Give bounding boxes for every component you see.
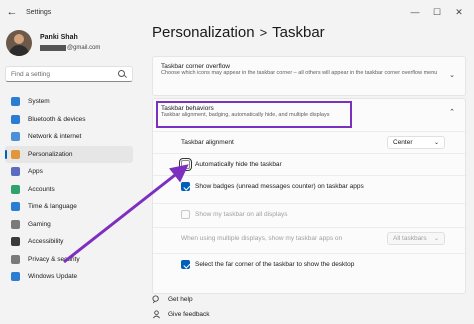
title-bar: ← Settings — ☐ ✕ <box>0 0 474 24</box>
sidebar-item-network-internet[interactable]: Network & internet <box>5 128 133 146</box>
back-button[interactable]: ← <box>0 0 24 24</box>
sidebar-nav: System Bluetooth & devices Network & inter… <box>5 93 133 286</box>
avatar <box>6 30 32 56</box>
back-arrow-icon: ← <box>6 6 18 18</box>
sidebar-item-label: Apps <box>28 168 43 176</box>
chevron-down-icon: ⌄ <box>433 236 439 242</box>
get-help-label[interactable]: Get help <box>168 296 193 303</box>
feedback-icon <box>153 310 160 319</box>
taskbar-behaviors-header[interactable]: Taskbar behaviors Taskbar alignment, bad… <box>153 99 465 131</box>
sidebar-item-label: System <box>28 98 50 106</box>
chevron-down-icon[interactable]: ⌄ <box>449 71 455 79</box>
sidebar-item-label: Accounts <box>28 185 55 193</box>
sidebar-item-bluetooth-devices[interactable]: Bluetooth & devices <box>5 111 133 129</box>
search-icon[interactable] <box>118 69 127 79</box>
search-input[interactable] <box>11 70 118 78</box>
help-links: Get help Give feedback <box>152 292 210 322</box>
badges-label[interactable]: Show badges (unread messages counter) on… <box>195 183 364 190</box>
overflow-title: Taskbar corner overflow <box>161 63 230 70</box>
sidebar-item-label: Windows Update <box>28 273 78 281</box>
chevron-up-icon[interactable]: ⌃ <box>449 108 455 116</box>
settings-search[interactable] <box>5 66 133 82</box>
sidebar-item-privacy-security[interactable]: Privacy & security <box>5 251 133 269</box>
sidebar-item-time-language[interactable]: Time & language <box>5 198 133 216</box>
sidebar-item-label: Bluetooth & devices <box>28 115 86 123</box>
badges-row[interactable]: Show badges (unread messages counter) on… <box>153 175 467 197</box>
maximize-button[interactable]: ☐ <box>426 7 448 18</box>
multi-display-value: All taskbars <box>393 235 427 242</box>
sidebar-item-label: Time & language <box>28 203 77 211</box>
close-button[interactable]: ✕ <box>448 7 470 18</box>
all-displays-checkbox <box>181 210 190 219</box>
app-title: Settings <box>26 8 52 16</box>
sidebar-item-label: Personalization <box>28 150 73 158</box>
sidebar-item-accounts[interactable]: Accounts <box>5 181 133 199</box>
minimize-button[interactable]: — <box>404 7 426 17</box>
email-redaction <box>40 45 66 51</box>
sidebar-item-accessibility[interactable]: Accessibility <box>5 233 133 251</box>
sidebar-item-personalization[interactable]: Personalization <box>5 145 133 163</box>
user-profile[interactable]: Panki Shah @gmail.com <box>6 30 100 56</box>
multi-display-label: When using multiple displays, show my ta… <box>181 235 343 242</box>
shield-icon <box>11 254 20 264</box>
sidebar-item-windows-update[interactable]: Windows Update <box>5 268 133 286</box>
overflow-subtitle: Choose which icons may appear in the tas… <box>161 70 438 76</box>
get-help-link[interactable]: Get help <box>152 292 210 307</box>
page-title: Taskbar <box>272 24 325 41</box>
help-icon <box>152 295 159 304</box>
sidebar-item-gaming[interactable]: Gaming <box>5 216 133 234</box>
globe-icon <box>11 202 20 212</box>
far-corner-label[interactable]: Select the far corner of the taskbar to … <box>195 261 354 268</box>
sidebar-item-label: Network & internet <box>28 133 82 141</box>
system-icon <box>11 97 20 107</box>
auto-hide-row[interactable]: Automatically hide the taskbar <box>153 153 467 175</box>
far-corner-row[interactable]: Select the far corner of the taskbar to … <box>153 253 467 275</box>
multi-display-dropdown: All taskbars ⌄ <box>387 232 445 245</box>
multi-display-row: When using multiple displays, show my ta… <box>153 227 467 249</box>
taskbar-alignment-row: Taskbar alignment Center ⌄ <box>153 131 467 153</box>
auto-hide-label[interactable]: Automatically hide the taskbar <box>195 161 282 168</box>
alignment-value: Center <box>393 139 413 146</box>
network-icon <box>11 132 20 142</box>
badges-checkbox[interactable] <box>181 182 190 191</box>
accessibility-icon <box>11 237 20 247</box>
window-controls: — ☐ ✕ <box>404 0 470 24</box>
sidebar-item-label: Gaming <box>28 220 51 228</box>
give-feedback-link[interactable]: Give feedback <box>152 307 210 322</box>
apps-icon <box>11 167 20 177</box>
accounts-icon <box>11 184 20 194</box>
all-displays-label: Show my taskbar on all displays <box>195 211 288 218</box>
taskbar-corner-overflow-section[interactable]: Taskbar corner overflow Choose which ico… <box>152 56 466 96</box>
gaming-icon <box>11 219 20 229</box>
alignment-label: Taskbar alignment <box>181 139 234 146</box>
breadcrumb-separator: > <box>259 25 268 40</box>
highlight-box <box>156 101 352 128</box>
profile-name: Panki Shah <box>40 34 78 41</box>
auto-hide-checkbox[interactable] <box>179 158 192 171</box>
taskbar-behaviors-section: Taskbar behaviors Taskbar alignment, bad… <box>152 98 467 294</box>
far-corner-checkbox[interactable] <box>181 260 190 269</box>
sidebar-item-label: Privacy & security <box>28 255 80 263</box>
bluetooth-icon <box>11 114 20 124</box>
breadcrumb: Personalization > Taskbar <box>152 24 325 41</box>
brush-icon <box>11 149 20 159</box>
profile-email: @gmail.com <box>40 43 100 53</box>
chevron-down-icon: ⌄ <box>433 140 439 146</box>
profile-email-domain: @gmail.com <box>67 45 101 51</box>
sidebar-item-system[interactable]: System <box>5 93 133 111</box>
sidebar-item-label: Accessibility <box>28 238 64 246</box>
alignment-dropdown[interactable]: Center ⌄ <box>387 136 445 149</box>
give-feedback-label[interactable]: Give feedback <box>168 311 210 318</box>
all-displays-row: Show my taskbar on all displays <box>153 203 467 225</box>
breadcrumb-parent[interactable]: Personalization <box>152 24 255 41</box>
sidebar-item-apps[interactable]: Apps <box>5 163 133 181</box>
update-icon <box>11 272 20 282</box>
